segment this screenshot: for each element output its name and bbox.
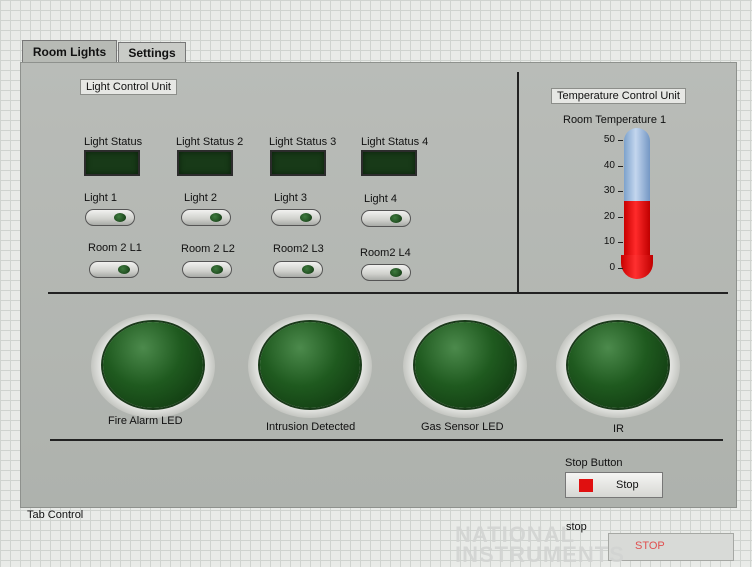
thermometer-tick-label: 30 xyxy=(603,185,615,197)
thermometer-tick xyxy=(618,242,623,244)
thermometer-tick-label: 20 xyxy=(603,210,615,222)
gas-sensor-led-label: Gas Sensor LED xyxy=(421,421,504,433)
vertical-divider xyxy=(517,72,519,294)
intrusion-detected-led xyxy=(260,322,360,408)
switch-knob-icon xyxy=(210,213,222,222)
light-status-label: Light Status 4 xyxy=(361,136,429,148)
light-control-title: Light Control Unit xyxy=(80,79,177,95)
gas-sensor-led-bezel xyxy=(403,314,527,418)
fire-alarm-led-bezel xyxy=(91,314,215,418)
switch-knob-icon xyxy=(302,265,314,274)
stop-control-label: STOP xyxy=(635,540,665,552)
thermometer-tick-label: 10 xyxy=(603,236,615,248)
fire-alarm-led-label: Fire Alarm LED xyxy=(108,415,183,427)
thermometer-tick xyxy=(618,165,623,167)
room2-label: Room2 L4 xyxy=(360,247,411,259)
fire-alarm-led xyxy=(103,322,203,408)
thermometer-tick-label: 40 xyxy=(603,159,615,171)
light-label: Light 1 xyxy=(84,192,118,204)
light-status-indicator-3 xyxy=(270,150,326,176)
horizontal-divider-bottom xyxy=(50,439,723,441)
thermometer-tick xyxy=(618,191,623,193)
switch-knob-icon xyxy=(114,213,126,222)
light-label: Light 4 xyxy=(364,193,398,205)
stop-button-label: Stop xyxy=(616,479,639,491)
room2-l4-switch[interactable] xyxy=(361,264,411,281)
tab-control-label: Tab Control xyxy=(27,509,84,521)
light-1-switch[interactable] xyxy=(85,209,135,226)
light-status-indicator-4 xyxy=(361,150,417,176)
thermometer-tick-label: 0 xyxy=(609,262,615,273)
light-2-switch[interactable] xyxy=(181,209,231,226)
stop-square-icon xyxy=(579,479,593,492)
switch-knob-icon xyxy=(390,214,402,223)
intrusion-detected-label: Intrusion Detected xyxy=(266,421,356,433)
thermometer-tick xyxy=(618,140,623,141)
gas-sensor-led xyxy=(415,322,515,408)
light-status-label: Light Status 2 xyxy=(176,136,244,148)
tab-settings[interactable]: Settings xyxy=(118,42,186,62)
switch-knob-icon xyxy=(390,268,402,277)
watermark-line-2: INSTRUMENTS xyxy=(455,542,625,567)
switch-knob-icon xyxy=(118,265,130,274)
light-status-indicator-1 xyxy=(84,150,140,176)
intrusion-led-bezel xyxy=(248,314,372,418)
room2-label: Room 2 L2 xyxy=(181,243,235,255)
light-label: Light 2 xyxy=(184,192,218,204)
light-status-label: Light Status xyxy=(84,136,143,148)
light-status-indicator-2 xyxy=(177,150,233,176)
room2-label: Room 2 L1 xyxy=(88,242,142,254)
room2-label: Room2 L3 xyxy=(273,243,324,255)
light-4-switch[interactable] xyxy=(361,210,411,227)
stop-button[interactable]: Stop xyxy=(565,472,663,498)
room2-l1-switch[interactable] xyxy=(89,261,139,278)
thermometer-gauge xyxy=(624,128,650,268)
room2-l3-switch[interactable] xyxy=(273,261,323,278)
light-label: Light 3 xyxy=(274,192,308,204)
room2-l2-switch[interactable] xyxy=(182,261,232,278)
horizontal-divider-top xyxy=(48,292,728,294)
stop-button-caption: Stop Button xyxy=(565,457,623,469)
ir-led-bezel xyxy=(556,314,680,418)
national-instruments-watermark: NATIONAL INSTRUMENTS xyxy=(455,524,625,567)
room-temperature-label: Room Temperature 1 xyxy=(563,114,667,126)
light-status-label: Light Status 3 xyxy=(269,136,337,148)
ir-led xyxy=(568,322,668,408)
temperature-control-title: Temperature Control Unit xyxy=(551,88,686,104)
thermometer-tick-label: 50 xyxy=(603,134,615,145)
switch-knob-icon xyxy=(300,213,312,222)
light-3-switch[interactable] xyxy=(271,209,321,226)
thermometer-tick xyxy=(618,216,623,218)
thermometer-tick xyxy=(618,268,623,269)
tab-room-lights[interactable]: Room Lights xyxy=(22,40,117,63)
stop-control-button[interactable]: STOP xyxy=(608,533,734,561)
switch-knob-icon xyxy=(211,265,223,274)
ir-label: IR xyxy=(613,423,624,435)
